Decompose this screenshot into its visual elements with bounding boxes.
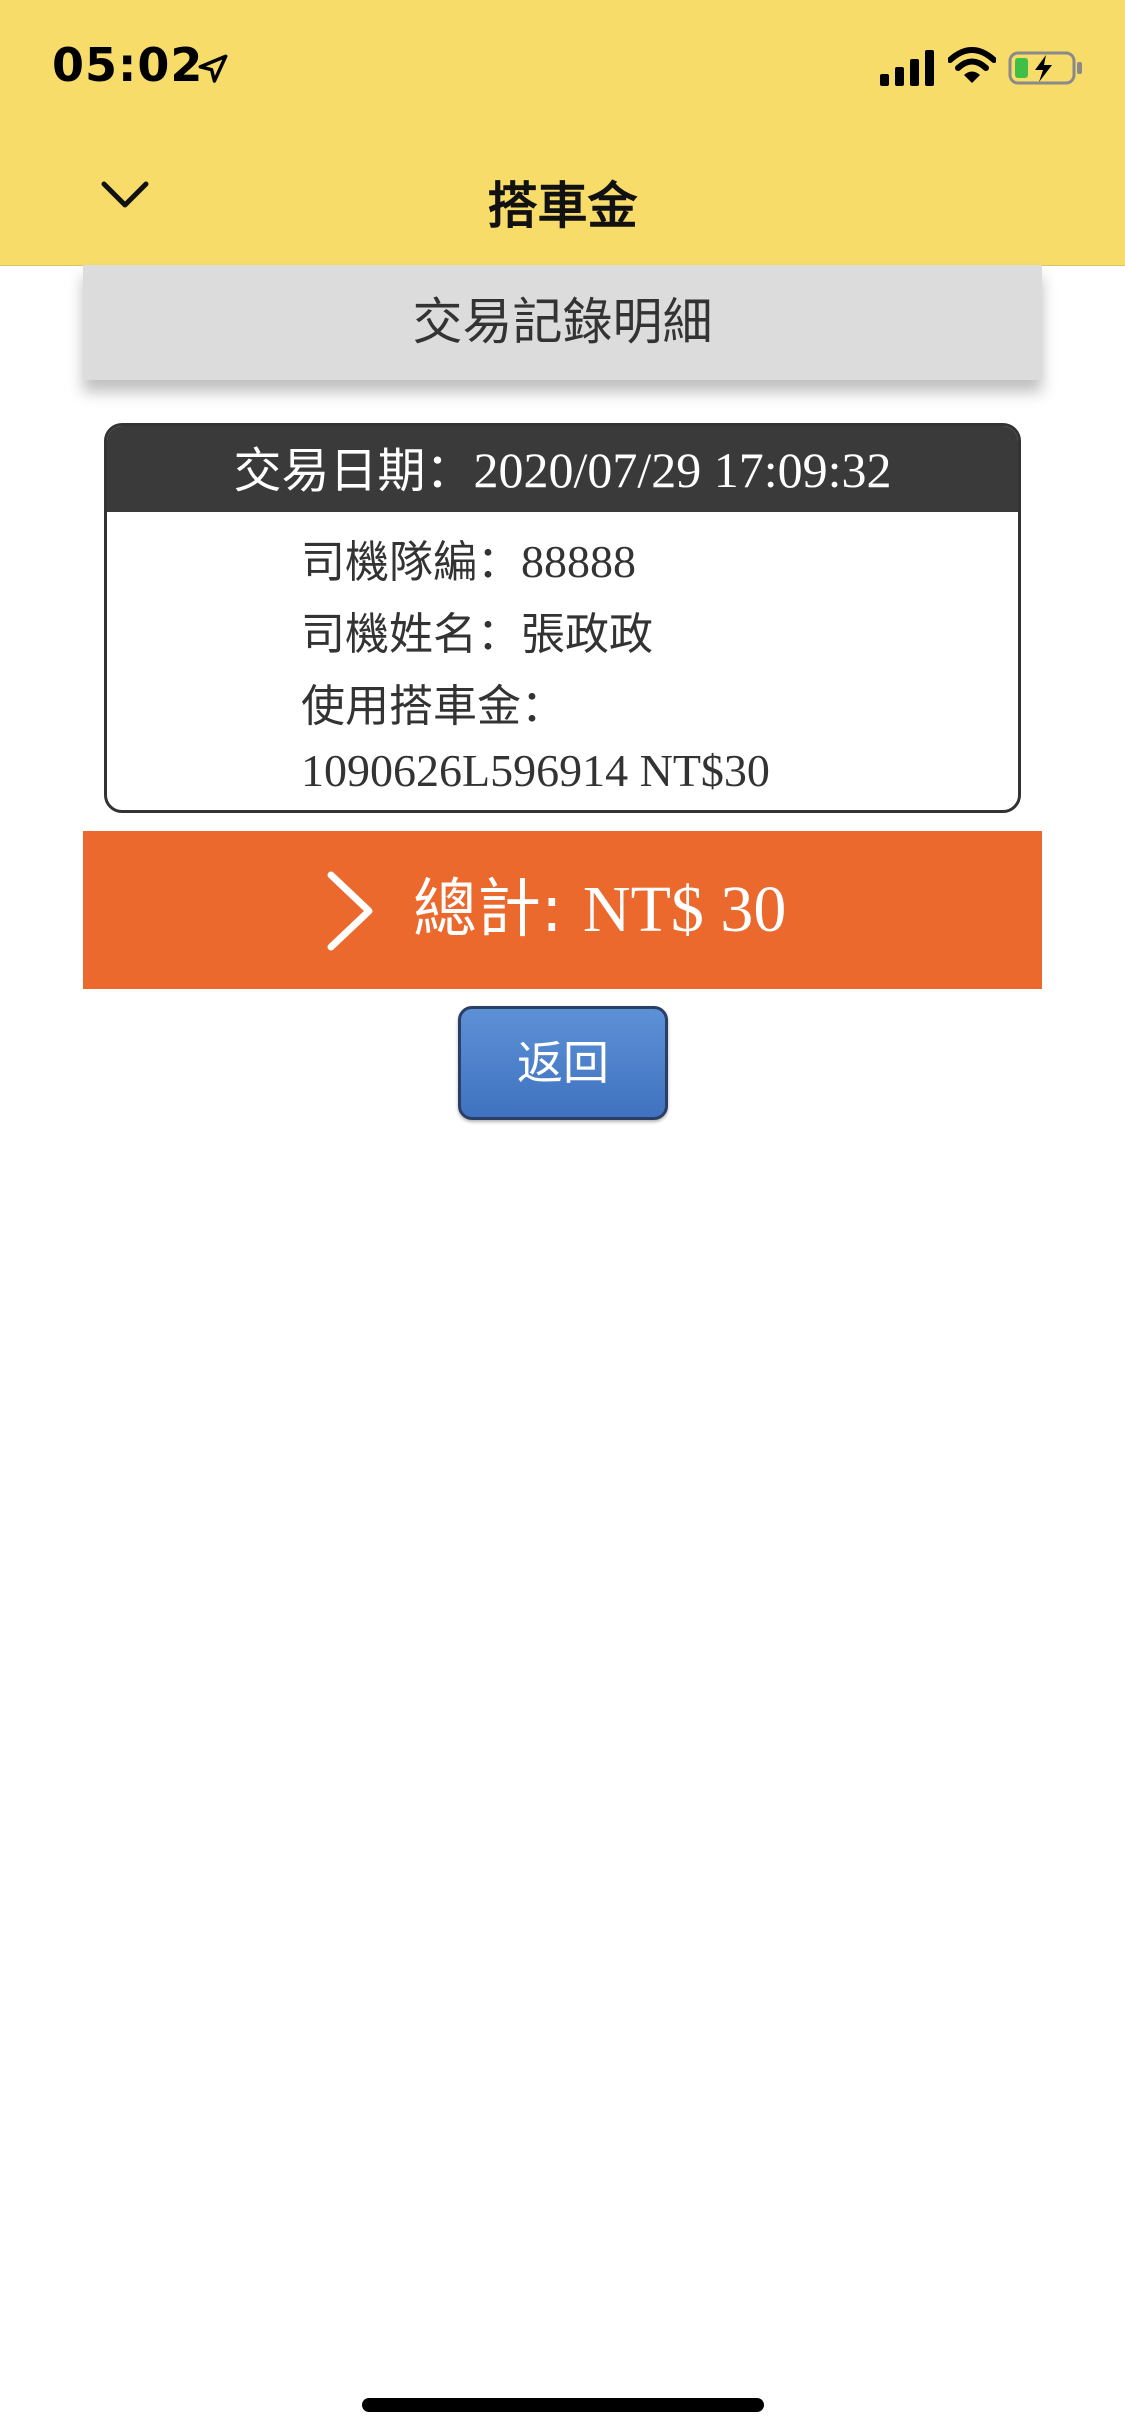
location-arrow-icon [198, 54, 228, 83]
driver-team-row: 司機隊編：88888 [301, 526, 636, 590]
wifi-icon [948, 47, 996, 83]
usage-row: 使用搭車金： [301, 670, 565, 734]
home-indicator[interactable] [362, 2398, 764, 2412]
driver-team-value: 88888 [521, 536, 636, 587]
total-label: 總計: [413, 873, 563, 947]
total-bar: 總計: NT$ 30 [83, 831, 1042, 989]
date-label: 交易日期： [233, 443, 474, 499]
driver-name-value: 張政政 [521, 609, 653, 660]
battery-charging-icon [1008, 51, 1082, 85]
driver-team-label: 司機隊編： [301, 537, 521, 588]
total-value: NT$ 30 [582, 873, 787, 946]
transaction-date-header: 交易日期：2020/07/29 17:09:32 [107, 426, 1018, 512]
cellular-signal-icon [880, 50, 934, 86]
transaction-detail-card: 交易日期：2020/07/29 17:09:32 司機隊編：88888 司機姓名… [104, 423, 1021, 813]
back-button[interactable]: 返回 [458, 1006, 668, 1120]
total-amount: 總計: NT$ 30 [413, 831, 786, 989]
section-header: 交易記錄明細 [83, 265, 1042, 380]
usage-label: 使用搭車金： [301, 681, 565, 732]
driver-name-row: 司機姓名：張政政 [301, 598, 653, 662]
usage-value: 1090626L596914 NT$30 [301, 745, 770, 796]
status-time: 05:02 [52, 38, 204, 92]
date-value: 2020/07/29 17:09:32 [473, 442, 892, 498]
driver-name-label: 司機姓名： [301, 609, 521, 660]
top-bar: 05:02 搭車金 [0, 0, 1125, 266]
usage-value-row: 1090626L596914 NT$30 [301, 744, 770, 797]
page-title: 搭車金 [487, 177, 638, 235]
chevron-right-icon [327, 871, 373, 951]
